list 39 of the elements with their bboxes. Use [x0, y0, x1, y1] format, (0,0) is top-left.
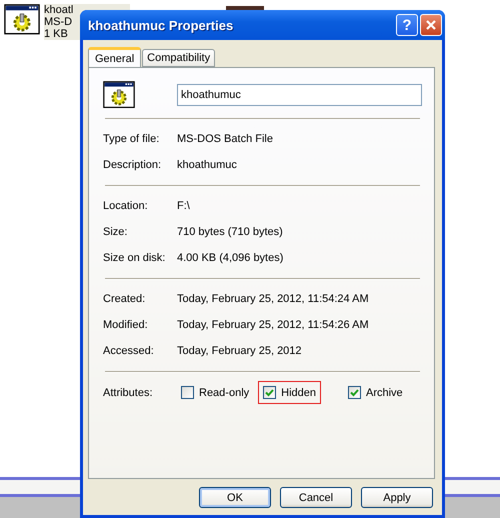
file-label: 1 KB	[44, 28, 69, 40]
batch-file-icon	[4, 4, 40, 35]
close-icon	[425, 19, 437, 31]
tab[interactable]: Compatibility	[142, 49, 216, 67]
property-value: MS-DOS Batch File	[177, 133, 273, 145]
property-value: Today, February 25, 2012, 11:54:26 AM	[177, 319, 369, 331]
checkbox[interactable]	[181, 386, 194, 399]
name-field[interactable]: khoathumuc	[177, 84, 422, 106]
property-value: F:\	[177, 200, 190, 212]
checkbox-label: Archive	[366, 386, 403, 398]
property-label: Attributes:	[103, 386, 154, 398]
check-icon	[350, 388, 359, 397]
property-label: Size on disk:	[103, 252, 166, 264]
property-label: Modified:	[103, 319, 149, 331]
property-label: Description:	[103, 159, 162, 171]
property-value: Today, February 25, 2012, 11:54:24 AM	[177, 293, 369, 305]
property-value: 4.00 KB (4,096 bytes)	[177, 252, 284, 264]
property-label: Created:	[103, 293, 146, 305]
dialog-button[interactable]: Apply	[361, 487, 433, 508]
check-icon	[265, 388, 274, 397]
checkbox[interactable]	[263, 386, 276, 399]
property-label: Type of file:	[103, 133, 160, 145]
dialog-button[interactable]: Cancel	[280, 487, 352, 508]
dialog-button[interactable]: OK	[199, 487, 271, 508]
close-button[interactable]	[420, 14, 442, 36]
checkbox-label: Hidden	[281, 386, 316, 398]
property-label: Location:	[103, 200, 149, 212]
file-label: khoatl	[44, 4, 74, 16]
property-label: Accessed:	[103, 345, 155, 357]
checkbox-label: Read-only	[199, 386, 250, 398]
checkbox[interactable]	[348, 386, 361, 399]
property-label: Size:	[103, 226, 128, 238]
property-value: Today, February 25, 2012	[177, 345, 302, 357]
property-value: 710 bytes (710 bytes)	[177, 226, 283, 238]
window-title: khoathumuc Properties	[87, 18, 234, 32]
help-button[interactable]: ?	[396, 14, 418, 36]
batch-file-icon	[103, 81, 135, 109]
tab[interactable]: General	[88, 47, 142, 67]
property-value: khoathumuc	[177, 159, 237, 171]
